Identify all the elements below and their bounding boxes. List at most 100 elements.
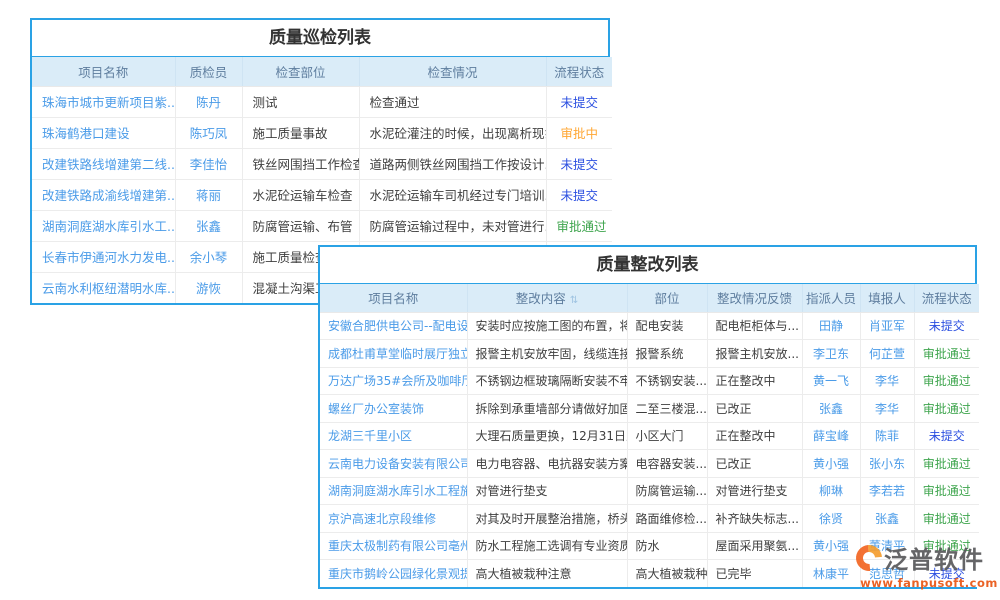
project-link[interactable]: 龙湖三千里小区 [328, 429, 412, 443]
project-link[interactable]: 湖南洞庭湖水库引水工... [42, 219, 175, 234]
column-header-assignee: 指派人员 [802, 284, 860, 312]
situation-cell: 防腐管运输过程中，未对管进行... [370, 219, 547, 234]
status-badge: 未提交 [929, 319, 965, 333]
project-link[interactable]: 重庆市鹅岭公园绿化景观提升... [328, 567, 467, 581]
part-cell: 不锈钢安装... [636, 374, 707, 388]
fanpu-watermark: 泛普软件 www.fanpusoft.com [856, 540, 1000, 590]
fanpu-brand-text: 泛普软件 [884, 540, 984, 575]
reporter-link[interactable]: 李若若 [869, 484, 905, 498]
part-cell: 水泥砼运输车检查 [253, 188, 353, 203]
column-header-inspector: 质检员 [175, 57, 242, 86]
assignee-link[interactable]: 李卫东 [813, 347, 849, 361]
table-row: 安徽合肥供电公司--配电设备...安装时应按施工图的布置，将...配电安装配电柜… [320, 312, 979, 340]
project-link[interactable]: 螺丝厂办公室装饰 [328, 402, 424, 416]
project-link[interactable]: 云南电力设备安装有限公司20... [328, 457, 467, 471]
reporter-link[interactable]: 何芷萱 [869, 347, 905, 361]
part-cell: 混凝土沟渠工 [253, 281, 328, 296]
column-header-status: 流程状态 [546, 57, 612, 86]
situation-cell: 水泥砼灌注的时候，出现离析现象 [370, 126, 547, 141]
table-row: 珠海鹤港口建设陈巧凤施工质量事故水泥砼灌注的时候，出现离析现象审批中 [32, 117, 612, 148]
reporter-link[interactable]: 张鑫 [875, 512, 899, 526]
table-row: 湖南洞庭湖水库引水工...张鑫防腐管运输、布管防腐管运输过程中，未对管进行...… [32, 210, 612, 241]
assignee-link[interactable]: 林康平 [813, 567, 849, 581]
project-link[interactable]: 改建铁路线增建第二线... [42, 157, 175, 172]
inspector-link[interactable]: 游恢 [196, 281, 221, 296]
project-link[interactable]: 云南水利枢纽潜明水库... [42, 281, 175, 296]
feedback-cell: 已改正 [716, 457, 752, 471]
assignee-link[interactable]: 柳琳 [819, 484, 843, 498]
column-header-part: 部位 [627, 284, 707, 312]
status-badge: 未提交 [560, 188, 598, 203]
reporter-link[interactable]: 肖亚军 [869, 319, 905, 333]
inspector-link[interactable]: 张鑫 [196, 219, 221, 234]
feedback-cell: 已改正 [716, 402, 752, 416]
situation-cell: 道路两侧铁丝网围挡工作按设计... [370, 157, 547, 172]
status-badge: 审批通过 [923, 347, 971, 361]
feedback-cell: 正在整改中 [716, 429, 776, 443]
sort-icon[interactable]: ⇅ [570, 295, 578, 306]
project-link[interactable]: 安徽合肥供电公司--配电设备... [328, 319, 467, 333]
part-cell: 铁丝网围挡工作检查 [253, 157, 360, 172]
project-link[interactable]: 珠海市城市更新项目紫... [42, 95, 175, 110]
status-badge: 审批通过 [923, 374, 971, 388]
column-header-content[interactable]: 整改内容⇅ [467, 284, 627, 312]
part-cell: 二至三楼混... [636, 402, 707, 416]
status-badge: 未提交 [560, 95, 598, 110]
fanpu-url-text: www.fanpusoft.com [856, 576, 1000, 590]
assignee-link[interactable]: 张鑫 [819, 402, 843, 416]
column-header-status: 流程状态 [914, 284, 979, 312]
project-link[interactable]: 长春市伊通河水力发电... [42, 250, 175, 265]
reporter-link[interactable]: 张小东 [869, 457, 905, 471]
table-row: 湖南洞庭湖水库引水工程施工1标对管进行垫支防腐管运输...对管进行垫支柳琳李若若… [320, 477, 979, 505]
project-link[interactable]: 湖南洞庭湖水库引水工程施工1标 [328, 484, 467, 498]
project-link[interactable]: 改建铁路成渝线增建第... [42, 188, 175, 203]
situation-cell: 水泥砼运输车司机经过专门培训... [370, 188, 547, 203]
fanpu-logo-icon [851, 539, 888, 576]
status-badge: 未提交 [560, 157, 598, 172]
part-cell: 防水 [636, 539, 660, 553]
project-link[interactable]: 万达广场35#会所及咖啡厅空... [328, 374, 467, 388]
feedback-cell: 屋面采用聚氨... [716, 539, 799, 553]
assignee-link[interactable]: 黄小强 [813, 457, 849, 471]
part-cell: 防腐管运输... [636, 484, 707, 498]
status-badge: 审批通过 [923, 402, 971, 416]
feedback-cell: 报警主机安放... [716, 347, 799, 361]
part-cell: 路面维修检... [636, 512, 707, 526]
inspector-link[interactable]: 余小琴 [190, 250, 228, 265]
table-row: 改建铁路成渝线增建第... 蒋丽 水泥砼运输车检查 水泥砼运输车司机经过专门培训...… [32, 179, 612, 210]
status-badge: 审批通过 [923, 457, 971, 471]
assignee-link[interactable]: 田静 [819, 319, 843, 333]
assignee-link[interactable]: 薛宝峰 [813, 429, 849, 443]
project-link[interactable]: 京沪高速北京段维修 [328, 512, 436, 526]
column-header-project: 项目名称 [320, 284, 467, 312]
table-row: 成都杜甫草堂临时展厅独立展...报警主机安放牢固，线缆连接...报警系统报警主机… [320, 340, 979, 368]
feedback-cell: 对管进行垫支 [716, 484, 788, 498]
inspector-link[interactable]: 陈丹 [196, 95, 221, 110]
reporter-link[interactable]: 李华 [875, 402, 899, 416]
inspector-link[interactable]: 陈巧凤 [190, 126, 228, 141]
assignee-link[interactable]: 黄一飞 [813, 374, 849, 388]
table-row: 万达广场35#会所及咖啡厅空...不锈钢边框玻璃隔断安装不牢...不锈钢安装..… [320, 367, 979, 395]
part-cell: 电容器安装... [636, 457, 707, 471]
project-link[interactable]: 成都杜甫草堂临时展厅独立展... [328, 347, 467, 361]
table-row: 京沪高速北京段维修对其及时开展整治措施，桥头...路面维修检...补齐缺失标志.… [320, 505, 979, 533]
status-badge: 审批通过 [923, 512, 971, 526]
column-header-feedback: 整改情况反馈 [707, 284, 802, 312]
assignee-link[interactable]: 黄小强 [813, 539, 849, 553]
inspector-link[interactable]: 李佳怡 [190, 157, 228, 172]
content-cell: 对其及时开展整治措施，桥头... [476, 512, 628, 526]
table-row: 龙湖三千里小区大理石质量更换，12月31日之...小区大门正在整改中薛宝峰陈菲未… [320, 422, 979, 450]
inspector-link[interactable]: 蒋丽 [196, 188, 221, 203]
reporter-link[interactable]: 李华 [875, 374, 899, 388]
rectification-header-row: 项目名称整改内容⇅部位整改情况反馈指派人员填报人流程状态 [320, 284, 979, 312]
table-row: 云南电力设备安装有限公司20...电力电容器、电抗器安装方案,...电容器安装.… [320, 450, 979, 478]
table-row: 改建铁路线增建第二线... 李佳怡 铁丝网围挡工作检查道路两侧铁丝网围挡工作按设计.… [32, 148, 612, 179]
column-header-reporter: 填报人 [860, 284, 914, 312]
inspection-header-row: 项目名称质检员检查部位检查情况流程状态 [32, 57, 612, 86]
assignee-link[interactable]: 徐贤 [819, 512, 843, 526]
project-link[interactable]: 珠海鹤港口建设 [42, 126, 130, 141]
status-badge: 未提交 [929, 429, 965, 443]
content-cell: 报警主机安放牢固，线缆连接... [476, 347, 628, 361]
project-link[interactable]: 重庆太极制药有限公司亳州中... [328, 539, 467, 553]
reporter-link[interactable]: 陈菲 [875, 429, 899, 443]
